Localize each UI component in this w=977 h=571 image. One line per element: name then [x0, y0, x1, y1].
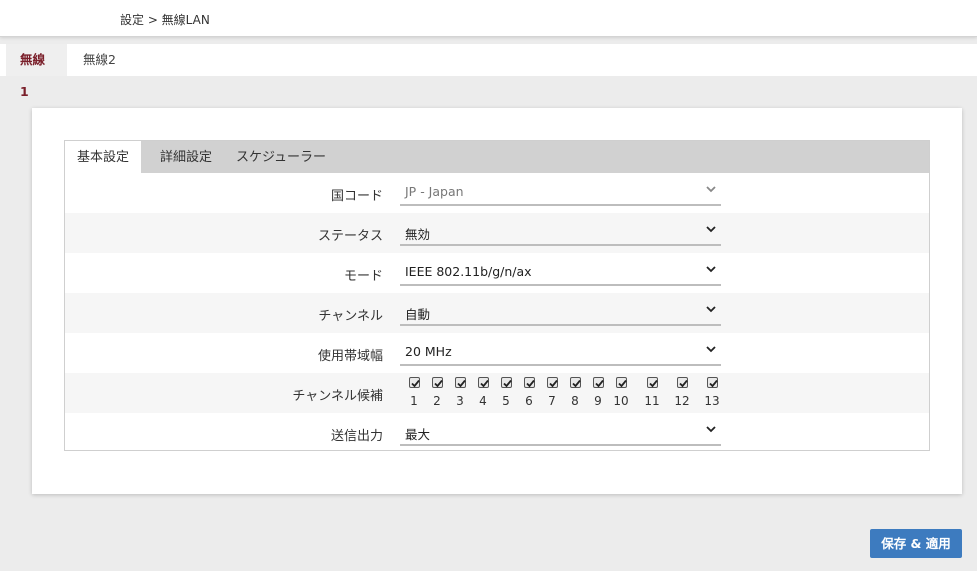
bandwidth-value: 20 MHz: [405, 344, 452, 359]
channel-checkbox-item: 6: [522, 377, 536, 408]
checkmark-icon: [617, 379, 627, 388]
checkmark-icon: [648, 379, 658, 388]
checkmark-icon: [708, 379, 718, 388]
channel-checkbox[interactable]: [569, 377, 581, 388]
save-apply-button[interactable]: 保存 & 適用: [870, 529, 962, 558]
bandwidth-select[interactable]: 20 MHz: [400, 337, 721, 366]
channel-checkbox[interactable]: [454, 377, 466, 388]
channel-checkbox[interactable]: [431, 377, 443, 388]
channel-checkbox-item: 9: [591, 377, 605, 408]
channel-checkbox[interactable]: [546, 377, 558, 388]
bandwidth-label: 使用帯域幅: [317, 349, 383, 364]
wireless-tabs: 無線1 無線2: [0, 44, 977, 99]
channel-checkbox[interactable]: [477, 377, 489, 388]
status-value: 無効: [405, 227, 431, 242]
tx-power-select[interactable]: 最大: [400, 417, 721, 446]
status-label: ステータス: [317, 229, 383, 244]
channel-checkbox-item: 12: [674, 377, 690, 408]
channel-number: 13: [704, 394, 720, 408]
mode-value: IEEE 802.11b/g/n/ax: [405, 264, 532, 279]
chevron-down-icon: [706, 346, 716, 353]
country-code-select[interactable]: JP - Japan: [400, 177, 721, 206]
settings-panel: 基本設定 詳細設定 スケジューラー 国コード JP - Japan ステータス …: [64, 140, 930, 451]
channel-checkbox[interactable]: [523, 377, 535, 388]
channel-checkbox[interactable]: [592, 377, 604, 388]
channel-number: 9: [594, 394, 602, 408]
channel-select[interactable]: 自動: [400, 297, 721, 326]
channel-checkbox-item: 3: [453, 377, 467, 408]
channel-checkbox-item: 7: [545, 377, 559, 408]
channel-checkbox-item: 10: [613, 377, 629, 408]
chevron-down-icon: [706, 186, 716, 193]
chevron-down-icon: [706, 426, 716, 433]
tab-wireless-2[interactable]: 無線2: [69, 44, 130, 76]
tab-basic-settings[interactable]: 基本設定: [65, 141, 141, 173]
channel-checkbox[interactable]: [706, 377, 718, 388]
channel-checkbox-item: 8: [568, 377, 582, 408]
top-bar: 設定 > 無線LAN: [0, 0, 977, 37]
breadcrumb: 設定 > 無線LAN: [120, 13, 210, 27]
chevron-down-icon: [706, 306, 716, 313]
checkmark-icon: [571, 379, 581, 388]
channel-number: 11: [644, 394, 660, 408]
channel-number: 2: [433, 394, 441, 408]
country-code-label: 国コード: [330, 189, 383, 204]
tx-power-value: 最大: [405, 427, 431, 442]
checkmark-icon: [678, 379, 688, 388]
channel-label: チャンネル: [318, 309, 383, 324]
row-channel: チャンネル 自動: [65, 293, 929, 333]
channel-number: 3: [456, 394, 464, 408]
channel-checkbox-item: 1: [407, 377, 421, 408]
channel-number: 12: [674, 394, 690, 408]
mode-label: モード: [343, 269, 383, 284]
channel-checkbox[interactable]: [646, 377, 658, 388]
channel-checkbox[interactable]: [676, 377, 688, 388]
tab-wireless-1[interactable]: 無線1: [6, 44, 67, 99]
checkmark-icon: [433, 379, 443, 388]
channel-number: 5: [502, 394, 510, 408]
channel-number: 4: [479, 394, 487, 408]
channel-number: 8: [571, 394, 579, 408]
channel-checkbox[interactable]: [500, 377, 512, 388]
channel-number: 6: [525, 394, 533, 408]
tx-power-label: 送信出力: [330, 429, 383, 444]
row-bandwidth: 使用帯域幅 20 MHz: [65, 333, 929, 373]
channel-checkbox-item: 4: [476, 377, 490, 408]
channel-value: 自動: [405, 307, 431, 322]
channel-checkbox-item: 5: [499, 377, 513, 408]
row-country-code: 国コード JP - Japan: [65, 173, 929, 213]
mode-select[interactable]: IEEE 802.11b/g/n/ax: [400, 257, 721, 286]
row-channel-candidates: チャンネル候補 1 2 3 4 5 6 7 8 9 10 11 12 13: [65, 373, 929, 413]
row-mode: モード IEEE 802.11b/g/n/ax: [65, 253, 929, 293]
channel-candidates-label: チャンネル候補: [292, 389, 383, 404]
channel-checkbox[interactable]: [408, 377, 420, 388]
checkmark-icon: [594, 379, 604, 388]
status-select[interactable]: 無効: [400, 217, 721, 246]
channel-checkbox-item: 2: [430, 377, 444, 408]
row-tx-power: 送信出力 最大: [65, 413, 929, 451]
checkmark-icon: [525, 379, 535, 388]
chevron-down-icon: [706, 226, 716, 233]
channel-checkbox-item: 13: [704, 377, 720, 408]
channel-number: 1: [410, 394, 418, 408]
tab-scheduler[interactable]: スケジューラー: [233, 141, 329, 173]
tab-advanced-settings[interactable]: 詳細設定: [151, 141, 221, 173]
channel-checkbox[interactable]: [615, 377, 627, 388]
panel-tabs: 基本設定 詳細設定 スケジューラー: [65, 141, 929, 173]
country-code-value: JP - Japan: [405, 184, 464, 199]
checkmark-icon: [410, 379, 420, 388]
checkmark-icon: [456, 379, 466, 388]
checkmark-icon: [502, 379, 512, 388]
checkmark-icon: [548, 379, 558, 388]
chevron-down-icon: [706, 266, 716, 273]
channel-number: 10: [613, 394, 629, 408]
settings-card: 基本設定 詳細設定 スケジューラー 国コード JP - Japan ステータス …: [32, 108, 962, 494]
checkmark-icon: [479, 379, 489, 388]
row-status: ステータス 無効: [65, 213, 929, 253]
channel-number: 7: [548, 394, 556, 408]
channel-checkbox-item: 11: [644, 377, 660, 408]
